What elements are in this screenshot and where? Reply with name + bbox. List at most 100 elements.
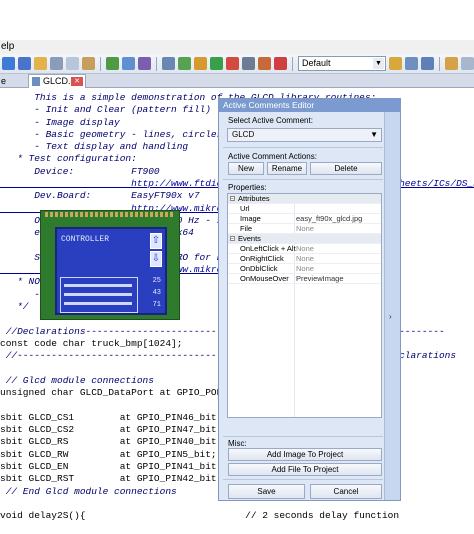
lcd-value: 71 [152, 301, 161, 309]
rename-button[interactable]: Rename [267, 162, 307, 175]
layout-icon[interactable] [389, 57, 402, 70]
event-value: None [296, 244, 314, 253]
stop-icon[interactable] [226, 57, 239, 70]
indent-icon[interactable] [162, 57, 175, 70]
property-value: None [296, 224, 314, 233]
divider [223, 436, 383, 437]
actions-label: Active Comment Actions: [228, 152, 317, 161]
toolbar-separator [100, 56, 101, 71]
event-key: OnDblClick [240, 264, 278, 273]
cancel-button[interactable]: Cancel [310, 484, 382, 499]
toolbar-separator [292, 56, 293, 71]
scheme-combo[interactable]: Default ▼ [298, 56, 386, 71]
tab-bar: e GLCD.c ✕ [0, 74, 474, 88]
lcd-value: 25 [152, 277, 161, 285]
category-events[interactable]: − Events [228, 234, 381, 244]
copy-icon[interactable] [66, 57, 79, 70]
header-pins [45, 212, 175, 217]
event-row-ondblclick[interactable]: OnDblClick None [228, 264, 381, 274]
window-icon[interactable] [405, 57, 418, 70]
divider [223, 479, 383, 480]
chevron-down-icon: ▼ [373, 58, 384, 69]
toolbar: Default ▼ [0, 54, 474, 74]
search-icon[interactable] [122, 57, 135, 70]
up-arrow-icon: ⇧ [150, 233, 162, 249]
flag-icon[interactable] [274, 57, 287, 70]
toolbar-separator [156, 56, 157, 71]
properties-label: Properties: [228, 183, 267, 192]
dialog-title: Active Comments Editor [219, 99, 400, 112]
code-line: void delay2S(){ // 2 seconds delay funct… [0, 510, 400, 522]
build-icon[interactable] [106, 57, 119, 70]
property-key: Image [240, 214, 261, 223]
save-icon[interactable] [18, 57, 31, 70]
expand-arrow-icon[interactable]: › [389, 312, 392, 321]
down-arrow-icon: ⇩ [150, 251, 162, 267]
add-file-to-project-button[interactable]: Add File To Project [228, 463, 382, 476]
options-icon[interactable] [461, 57, 474, 70]
panel-icon[interactable] [421, 57, 434, 70]
close-icon[interactable]: ✕ [71, 77, 83, 86]
run-icon[interactable] [210, 57, 223, 70]
dialog-body: Select Active Comment: GLCD ▼ Active Com… [219, 112, 385, 500]
tools-icon[interactable] [258, 57, 271, 70]
event-value: PreviewImage [296, 274, 344, 283]
event-key: OnLeftClick + Alt [240, 244, 296, 253]
property-row-url[interactable]: Url [228, 204, 381, 214]
category-label: Attributes [238, 194, 270, 203]
property-row-image[interactable]: Image easy_ft90x_glcd.jpg [228, 214, 381, 224]
menu-bar: elp [0, 40, 474, 54]
divider [223, 179, 383, 180]
toolbar-separator [439, 56, 440, 71]
property-key: Url [240, 204, 250, 213]
event-key: OnMouseOver [240, 274, 289, 283]
event-row-onleftclick[interactable]: OnLeftClick + Alt None [228, 244, 381, 254]
divider [223, 147, 383, 148]
open-icon[interactable] [34, 57, 47, 70]
event-row-onrightclick[interactable]: OnRightClick None [228, 254, 381, 264]
event-value: None [296, 254, 314, 263]
comment-icon[interactable] [178, 57, 191, 70]
new-button[interactable]: New [228, 162, 264, 175]
category-label: Events [238, 234, 261, 243]
chevron-down-icon: ▼ [370, 130, 378, 139]
misc-label: Misc: [228, 439, 247, 448]
delete-button[interactable]: Delete [310, 162, 382, 175]
lcd-bar [64, 284, 132, 287]
file-icon [32, 77, 40, 86]
print-icon[interactable] [50, 57, 63, 70]
collapse-icon[interactable]: − [230, 196, 235, 202]
property-value: easy_ft90x_glcd.jpg [296, 214, 363, 223]
category-attributes[interactable]: − Attributes [228, 194, 381, 204]
glcd-preview-image: CONTROLLER ⇧ ⇩ 25 43 71 [40, 210, 180, 320]
menu-item-help[interactable]: elp [1, 41, 14, 52]
lcd-title: CONTROLLER [61, 235, 110, 244]
lcd-screen: CONTROLLER ⇧ ⇩ 25 43 71 [55, 227, 167, 315]
add-image-to-project-button[interactable]: Add Image To Project [228, 448, 382, 461]
property-row-file[interactable]: File None [228, 224, 381, 234]
collapse-icon[interactable]: − [230, 236, 235, 242]
tab-partial[interactable]: e [0, 74, 6, 88]
tab-glcd-c[interactable]: GLCD.c ✕ [28, 74, 86, 88]
event-value: None [296, 264, 314, 273]
top-blank-area [0, 0, 474, 40]
lcd-bars [60, 277, 138, 313]
property-grid[interactable]: − Attributes Url Image easy_ft90x_glcd.j… [227, 193, 382, 418]
lcd-bar [64, 302, 132, 305]
save-button[interactable]: Save [228, 484, 305, 499]
active-comments-editor-dialog: Active Comments Editor Select Active Com… [218, 98, 401, 501]
paste-icon[interactable] [82, 57, 95, 70]
bottom-blank-area [0, 524, 474, 534]
active-comment-select[interactable]: GLCD ▼ [227, 128, 382, 142]
chip-icon[interactable] [242, 57, 255, 70]
lcd-bar [64, 293, 132, 296]
event-row-onmouseover[interactable]: OnMouseOver PreviewImage [228, 274, 381, 284]
bookmark-icon[interactable] [194, 57, 207, 70]
edit-icon[interactable] [445, 57, 458, 70]
dialog-side-panel[interactable]: › [384, 112, 400, 500]
property-key: File [240, 224, 253, 233]
wand-icon[interactable] [138, 57, 151, 70]
event-key: OnRightClick [240, 254, 284, 263]
scheme-combo-value: Default [302, 58, 331, 68]
arrow-icon[interactable] [2, 57, 15, 70]
